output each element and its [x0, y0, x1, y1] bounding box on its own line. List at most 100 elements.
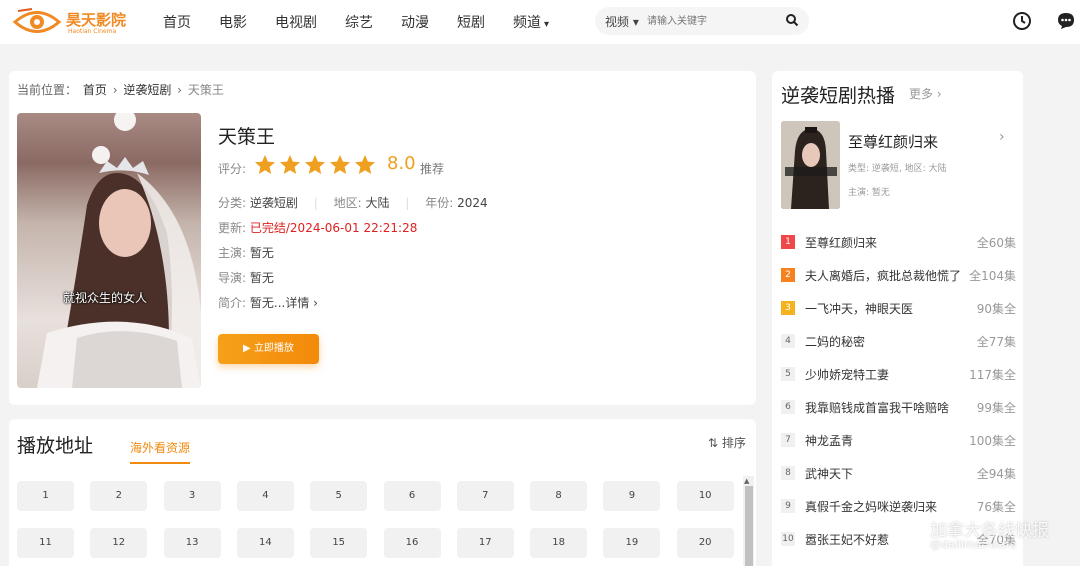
featured-type: 逆袭短 [871, 164, 899, 174]
play-now-button[interactable]: ▶ 立即播放 [218, 334, 319, 364]
featured-meta: 类型: 逆袭短, 地区: 大陆 [848, 164, 947, 174]
nav-home[interactable]: 首页 [163, 12, 191, 32]
episode-button[interactable]: 9 [603, 481, 661, 511]
update-row: 更新: 已完结/2024-06-01 22:21:28 [218, 219, 417, 236]
star-icon [280, 155, 300, 174]
poster-caption: 就视众生的女人 [63, 291, 148, 305]
nav-anime[interactable]: 动漫 [401, 12, 429, 32]
breadcrumb-current: 天策王 [187, 83, 224, 97]
year-label: 年份: [425, 196, 454, 210]
list-item[interactable]: 9 真假千金之妈咪逆袭归来 76集全 [781, 498, 1016, 514]
region-label: 地区: [333, 196, 362, 210]
episode-button[interactable]: 8 [530, 481, 588, 511]
breadcrumb-category[interactable]: 逆袭短剧 [123, 83, 171, 97]
featured-illustration [781, 121, 840, 209]
episode-button[interactable]: 18 [530, 528, 588, 558]
chevron-right-icon: › [936, 87, 942, 101]
intro-detail-link[interactable]: 暂无...详情 › [250, 296, 318, 310]
episode-button[interactable]: 4 [236, 481, 294, 511]
search-type-label: 视频 [605, 15, 630, 29]
scrollbar-thumb[interactable] [745, 486, 753, 566]
list-item[interactable]: 8 武神天下 全94集 [781, 465, 1016, 481]
episode-button[interactable]: 20 [676, 528, 734, 558]
featured-title[interactable]: 至尊红颜归来 [848, 131, 938, 152]
intro-text: 暂无...详情 [249, 296, 310, 310]
list-item[interactable]: 6 我靠赔钱成首富我干啥赔啥 99集全 [781, 399, 1016, 415]
rank-episode-status: 90集全 [976, 302, 1016, 316]
nav-variety[interactable]: 综艺 [345, 12, 373, 32]
scroll-up-arrow[interactable]: ▲ [744, 477, 749, 485]
episode-button[interactable]: 11 [17, 528, 74, 558]
list-item[interactable]: 3 一飞冲天，神眼天医 90集全 [781, 300, 1016, 316]
episode-button[interactable]: 6 [383, 481, 441, 511]
nav-movies[interactable]: 电影 [219, 12, 247, 32]
rank-title: 至尊红颜归来 [805, 236, 878, 250]
rank-title: 少帅娇宠特工妻 [805, 368, 890, 382]
history-clock-icon[interactable] [1012, 11, 1032, 31]
tab-source[interactable]: 海外看资源 [130, 439, 191, 464]
rank-number: 6 [781, 400, 795, 414]
chevron-down-icon: ▾ [544, 19, 550, 30]
list-item[interactable]: 5 少帅娇宠特工妻 117集全 [781, 366, 1016, 382]
rank-episode-status: 100集全 [969, 434, 1016, 448]
episode-button[interactable]: 17 [456, 528, 514, 558]
logo-subtext: Haotian Cinema [68, 28, 117, 35]
list-item[interactable]: 7 神龙孟青 100集全 [781, 432, 1016, 448]
episode-button[interactable]: 5 [310, 481, 368, 511]
nav-channels[interactable]: 频道 ▾ [513, 12, 549, 32]
search-icon[interactable] [785, 13, 799, 27]
region-link[interactable]: 大陆 [365, 196, 389, 210]
rating-stars [254, 154, 379, 176]
nav-short-drama[interactable]: 短剧 [457, 12, 485, 32]
episode-button[interactable]: 2 [90, 481, 148, 511]
actors-label: 主演: [218, 246, 247, 260]
breadcrumb-separator: › [112, 83, 118, 97]
rank-number: 9 [781, 499, 795, 513]
episode-button[interactable]: 13 [163, 528, 221, 558]
category-label: 分类: [218, 196, 247, 210]
episode-button[interactable]: 10 [676, 481, 734, 511]
eye-logo-icon [12, 8, 62, 33]
breadcrumb-home[interactable]: 首页 [83, 83, 107, 97]
featured-region-label: 地区: [904, 164, 926, 174]
episode-button[interactable]: 15 [310, 528, 368, 558]
list-item[interactable]: 2 夫人离婚后，疯批总裁他慌了 全104集 [781, 267, 1016, 283]
divider: | [313, 196, 318, 210]
list-item[interactable]: 4 二妈的秘密 全77集 [781, 333, 1016, 349]
playlist-title: 播放地址 [17, 435, 94, 457]
category-link[interactable]: 逆袭短剧 [250, 196, 298, 210]
actors-value: 暂无 [249, 246, 274, 260]
episode-button[interactable]: 19 [603, 528, 661, 558]
featured-region: 大陆 [928, 164, 947, 174]
more-link[interactable]: 更多 › [909, 85, 942, 102]
episode-button[interactable]: 1 [17, 481, 74, 511]
list-item[interactable]: 1 至尊红颜归来 全60集 [781, 234, 1016, 250]
episode-button[interactable]: 14 [236, 528, 294, 558]
sort-button[interactable]: ⇅ 排序 [708, 434, 746, 451]
featured-poster[interactable] [781, 121, 840, 209]
rank-title: 武神天下 [805, 467, 854, 481]
chevron-right-icon[interactable]: › [999, 129, 1005, 145]
poster-image[interactable]: 就视众生的女人 [17, 113, 201, 388]
episode-button[interactable]: 12 [90, 528, 148, 558]
year-link[interactable]: 2024 [457, 196, 488, 210]
watermark-subtext: @dailimathkafe [930, 538, 1017, 551]
update-label: 更新: [218, 221, 247, 235]
rating-label: 评分: [218, 162, 247, 176]
rank-title: 我靠赔钱成首富我干啥赔啥 [805, 401, 950, 415]
episode-button[interactable]: 16 [383, 528, 441, 558]
episode-button[interactable]: 3 [163, 481, 221, 511]
nav-tv-series[interactable]: 电视剧 [275, 12, 317, 32]
search-input[interactable] [647, 11, 779, 31]
rank-title: 一飞冲天，神眼天医 [805, 302, 914, 316]
director-value: 暂无 [249, 271, 274, 285]
rank-title: 嚣张王妃不好惹 [805, 533, 890, 547]
rank-episode-status: 76集全 [976, 500, 1016, 514]
search-type-select[interactable]: 视频 ▾ [605, 13, 639, 30]
director-row: 导演: 暂无 [218, 269, 274, 286]
site-logo[interactable]: 昊天影院 Haotian Cinema [10, 3, 128, 41]
rank-number: 1 [781, 235, 795, 249]
message-bubble-icon[interactable] [1056, 11, 1076, 31]
episode-button[interactable]: 7 [456, 481, 514, 511]
breadcrumb: 当前位置： 首页 › 逆袭短剧 › 天策王 [17, 81, 226, 98]
